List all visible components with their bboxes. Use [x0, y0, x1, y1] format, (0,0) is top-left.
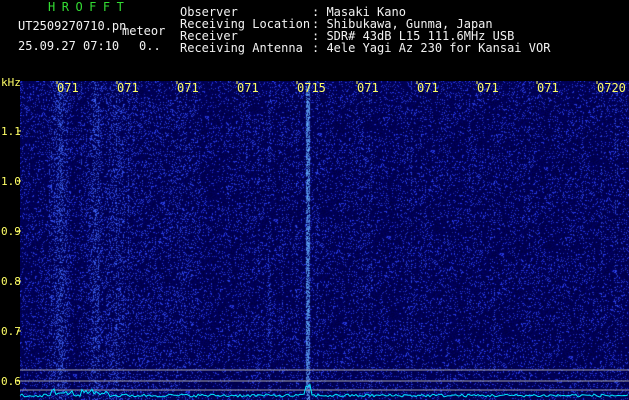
- y-tick-label: 0.6: [1, 375, 21, 388]
- antenna-value: : 4ele Yagi Az 230 for Kansai VOR: [312, 41, 551, 55]
- header-extra: 0..: [139, 39, 161, 53]
- app-title: HROFFT: [48, 0, 131, 14]
- y-axis-ticks: 1.1 1.0 0.9 0.8 0.7 0.6: [1, 125, 21, 388]
- spectrogram[interactable]: [20, 81, 629, 400]
- y-tick-label: 0.9: [1, 225, 21, 238]
- y-tick-label: 0.8: [1, 275, 21, 288]
- y-tick-label: 1.0: [1, 175, 21, 188]
- y-axis-unit: kHz: [1, 76, 21, 89]
- file-tag: meteor: [122, 24, 166, 38]
- antenna-label: Receiving Antenna: [180, 41, 303, 55]
- file-name: UT2509270710.pn: [18, 19, 127, 33]
- y-tick-label: 1.1: [1, 125, 21, 138]
- y-tick-label: 0.7: [1, 325, 21, 338]
- timestamp: 25.09.27 07:10: [18, 39, 120, 53]
- hrofft-window: HROFFT UT2509270710.pn meteor 25.09.27 0…: [0, 0, 629, 400]
